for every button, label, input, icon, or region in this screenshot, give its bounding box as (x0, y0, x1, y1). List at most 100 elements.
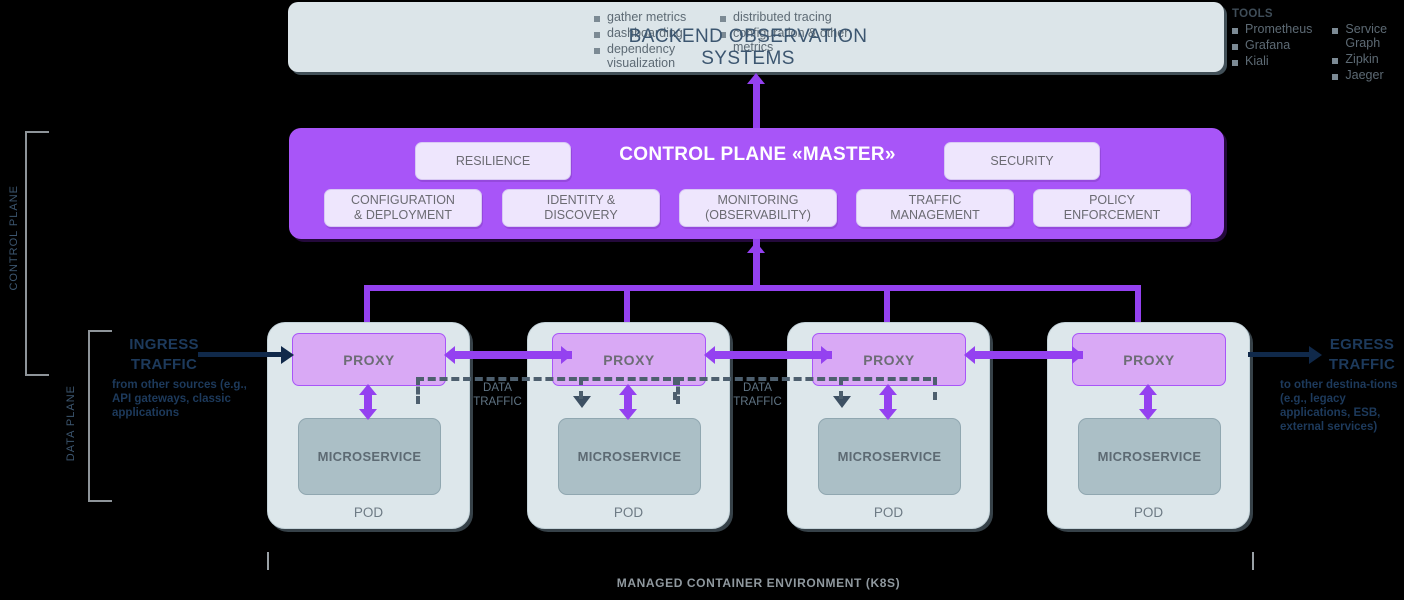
cp-capability-label: TRAFFIC MANAGEMENT (890, 193, 980, 222)
data-plane-bracket (88, 330, 112, 502)
microservice-box[interactable]: MICROSERVICE (558, 418, 701, 495)
feature-label: distributed tracing (733, 10, 832, 24)
microservice-box[interactable]: MICROSERVICE (298, 418, 441, 495)
backend-observation-panel: gather metrics dashboarding dependency v… (288, 2, 1387, 82)
data-plane-label: DATA PLANE (65, 385, 77, 462)
control-bus-line (364, 285, 1141, 291)
list-item: Zipkin (1332, 52, 1387, 66)
egress-title: EGRESS TRAFFIC (1322, 335, 1402, 375)
diagram-canvas: gather metrics dashboarding dependency v… (0, 0, 1404, 600)
cp-capability-configuration-deployment[interactable]: CONFIGURATION & DEPLOYMENT (324, 189, 482, 227)
control-plane-bracket (25, 131, 49, 376)
cp-capability-identity-discovery[interactable]: IDENTITY & DISCOVERY (502, 189, 660, 227)
data-traffic-line1: DATA (743, 382, 772, 394)
ingress-title-line1: INGRESS (129, 336, 199, 353)
tool-label: Prometheus (1245, 22, 1313, 36)
arrow-up-icon (747, 73, 765, 84)
ingress-title-line2: TRAFFIC (130, 356, 198, 373)
pod-label: POD (353, 505, 384, 520)
egress-arrow-line (1248, 352, 1310, 357)
pod-label: POD (613, 505, 644, 520)
arrow-left-icon (964, 346, 975, 364)
egress-subtitle: to other destina‑tions (e.g., legacy app… (1280, 379, 1398, 433)
list-item: distributed tracing (720, 10, 850, 24)
list-item: Grafana (1232, 38, 1312, 52)
microservice-box[interactable]: MICROSERVICE (818, 418, 961, 495)
arrow-right-icon (1072, 346, 1083, 364)
bullet-square-icon (594, 16, 600, 22)
bullet-square-icon (1232, 28, 1238, 34)
data-traffic-drop-c2 (839, 377, 843, 399)
microservice-box[interactable]: MICROSERVICE (1078, 418, 1221, 495)
arrow-up-icon (879, 384, 897, 395)
cp-capability-policy-enforcement[interactable]: POLICY ENFORCEMENT (1033, 189, 1191, 227)
k8s-environment-label: MANAGED CONTAINER ENVIRONMENT (K8S) (616, 576, 901, 590)
ingress-title: INGRESS TRAFFIC (118, 335, 210, 375)
cp-capability-label: POLICY ENFORCEMENT (1063, 193, 1161, 222)
egress-title-line2: TRAFFIC (1328, 356, 1396, 373)
list-item: Jaeger (1332, 68, 1387, 82)
feature-label: gather metrics (607, 10, 687, 24)
ingress-arrow-line (198, 352, 282, 357)
tools-column-2: Service Graph Zipkin Jaeger (1332, 22, 1387, 84)
tools-heading: TOOLS (1232, 8, 1273, 20)
data-traffic-line2: TRAFFIC (473, 396, 522, 408)
cp-capability-resilience[interactable]: RESILIENCE (415, 142, 571, 180)
proxy-link-1-2 (455, 351, 572, 359)
bullet-square-icon (1232, 60, 1238, 66)
arrow-right-icon (1309, 346, 1322, 364)
list-item: Kiali (1232, 54, 1312, 68)
list-item: Service Graph (1332, 22, 1387, 50)
data-traffic-label-2: DATA TRAFFIC (715, 381, 800, 409)
arrow-up-icon (1139, 384, 1157, 395)
tool-label: Grafana (1245, 38, 1291, 52)
arrow-right-icon (281, 346, 294, 364)
ingress-subtitle: from other sources (e.g., API gateways, … (112, 379, 247, 419)
arrow-down-icon (619, 409, 637, 420)
data-traffic-drop-c1 (579, 377, 583, 399)
arrow-right-icon (561, 346, 572, 364)
k8s-bracket (267, 552, 1254, 570)
data-traffic-drop-b2 (933, 377, 937, 400)
tool-label: Jaeger (1345, 68, 1384, 82)
pod-label: POD (1133, 505, 1164, 520)
cp-capability-label: IDENTITY & DISCOVERY (544, 193, 618, 222)
bullet-square-icon (1332, 58, 1339, 64)
bullet-square-icon (720, 16, 726, 22)
data-traffic-drop-a1 (416, 377, 420, 404)
bullet-square-icon (1332, 28, 1339, 34)
cp-capability-label: CONFIGURATION & DEPLOYMENT (351, 193, 455, 222)
list-item: Prometheus (1232, 22, 1312, 36)
data-traffic-line1: DATA (483, 382, 512, 394)
cp-capability-label: MONITORING (OBSERVABILITY) (705, 193, 811, 222)
cp-capability-traffic-management[interactable]: TRAFFIC MANAGEMENT (856, 189, 1014, 227)
bullet-square-icon (1332, 74, 1339, 80)
data-traffic-label-1: DATA TRAFFIC (455, 381, 540, 409)
page-title: BACKEND OBSERVATION SYSTEMS (628, 26, 868, 69)
tool-label: Service Graph (1345, 22, 1388, 50)
arrow-left-icon (704, 346, 715, 364)
control-plane-title: CONTROL PLANE «MASTER» (619, 144, 896, 165)
pod-label: POD (873, 505, 904, 520)
arrow-right-icon (821, 346, 832, 364)
pod-1: PROXY MICROSERVICE POD (267, 322, 470, 529)
tool-label: Kiali (1245, 54, 1269, 68)
tool-label: Zipkin (1345, 52, 1379, 66)
arrow-up-icon (359, 384, 377, 395)
arrow-up-icon (747, 242, 765, 253)
cp-capability-monitoring-observability[interactable]: MONITORING (OBSERVABILITY) (679, 189, 837, 227)
data-traffic-drop-a2 (676, 377, 680, 404)
arrow-up-icon (619, 384, 637, 395)
arrow-down-icon (879, 409, 897, 420)
data-traffic-line2: TRAFFIC (733, 396, 782, 408)
egress-title-line1: EGRESS (1329, 336, 1395, 353)
bullet-square-icon (1232, 44, 1238, 50)
tools-section: TOOLS Prometheus Grafana Kiali Service G… (1232, 8, 1387, 84)
list-item: gather metrics (594, 10, 714, 24)
control-plane-label: CONTROL PLANE (8, 185, 20, 291)
arrow-left-icon (444, 346, 455, 364)
connector-controlplane-to-backend (753, 84, 760, 128)
cp-capability-security[interactable]: SECURITY (944, 142, 1100, 180)
proxy-box[interactable]: PROXY (1072, 333, 1226, 386)
arrow-down-icon (1139, 409, 1157, 420)
